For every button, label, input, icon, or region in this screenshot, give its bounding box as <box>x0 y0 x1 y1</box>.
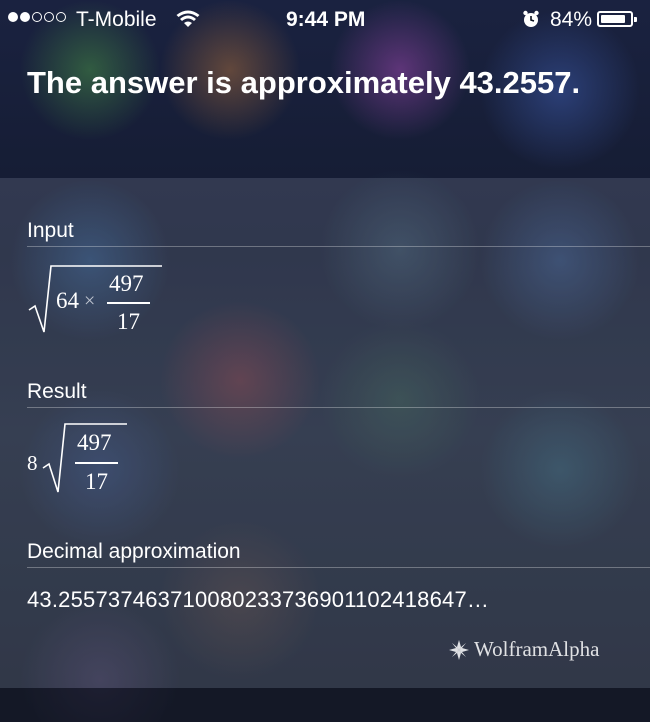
input-expression: 64 × 497 17 <box>27 262 167 342</box>
fraction-bar <box>75 462 118 464</box>
carrier-label: T-Mobile <box>76 8 157 31</box>
input-denominator: 17 <box>117 309 140 334</box>
input-radicand-factor: 64 <box>56 288 79 313</box>
input-numerator: 497 <box>109 271 144 296</box>
fraction-bar <box>107 302 150 304</box>
battery-percentage: 84% <box>550 8 593 31</box>
result-denominator: 17 <box>85 469 108 494</box>
result-coefficient: 8 <box>27 451 38 475</box>
status-time: 9:44 PM <box>286 8 366 31</box>
result-pod-divider <box>27 407 650 408</box>
signal-strength-icon <box>8 12 66 22</box>
input-pod-divider <box>27 246 650 247</box>
alarm-clock-icon <box>523 10 539 27</box>
result-expression: 8 497 17 <box>27 420 137 500</box>
siri-answer-text: The answer is approximately 43.2557. <box>27 65 581 100</box>
wolfram-alpha-wordmark: WolframAlpha <box>474 637 600 661</box>
result-pod-title: Result <box>27 380 87 403</box>
decimal-pod-divider <box>27 567 650 568</box>
wolfram-spikey-icon <box>449 639 469 660</box>
wifi-icon <box>176 10 200 27</box>
decimal-pod-title: Decimal approximation <box>27 540 241 563</box>
battery-icon <box>597 11 637 27</box>
input-pod-title: Input <box>27 219 74 242</box>
wolfram-alpha-logo: WolframAlpha <box>448 637 599 662</box>
times-sign: × <box>84 290 96 312</box>
square-root-icon <box>28 265 162 333</box>
card-footer-strip <box>0 688 650 722</box>
result-numerator: 497 <box>77 430 112 455</box>
decimal-approximation-value: 43.255737463710080233736901102418647… <box>27 587 490 612</box>
status-bar: T-Mobile 9:44 PM 84% <box>0 0 650 38</box>
